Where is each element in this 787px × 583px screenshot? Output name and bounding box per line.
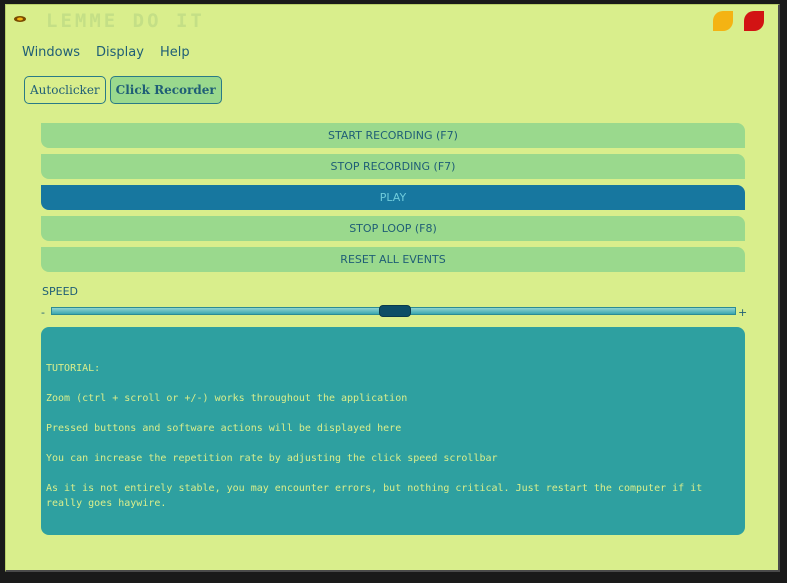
tutorial-line: Pressed buttons and software actions wil… (46, 423, 402, 434)
stop-recording-button[interactable]: STOP RECORDING (F7) (41, 154, 745, 179)
speed-max-label: + (738, 306, 748, 319)
close-button[interactable] (744, 11, 764, 31)
tutorial-panel: TUTORIAL: Zoom (ctrl + scroll or +/-) wo… (41, 327, 745, 535)
tutorial-line: Zoom (ctrl + scroll or +/-) works throug… (46, 393, 408, 404)
menu-help[interactable]: Help (160, 45, 190, 60)
speed-slider-track[interactable] (51, 305, 736, 317)
app-window: LEMME DO IT Windows Display Help Autocli… (5, 4, 780, 572)
tab-click-recorder[interactable]: Click Recorder (109, 76, 222, 104)
minimize-button[interactable] (713, 11, 733, 31)
app-title: LEMME DO IT (46, 10, 205, 32)
app-logo-icon (14, 16, 26, 22)
stop-loop-button[interactable]: STOP LOOP (F8) (41, 216, 745, 241)
tab-bar: Autoclicker Click Recorder (24, 76, 222, 104)
menu-display[interactable]: Display (96, 45, 144, 60)
speed-min-label: - (41, 306, 45, 319)
action-button-list: START RECORDING (F7) STOP RECORDING (F7)… (41, 123, 745, 278)
tutorial-line: You can increase the repetition rate by … (46, 453, 498, 464)
start-recording-button[interactable]: START RECORDING (F7) (41, 123, 745, 148)
menu-windows[interactable]: Windows (22, 45, 80, 60)
tutorial-line: As it is not entirely stable, you may en… (46, 483, 709, 509)
tab-autoclicker[interactable]: Autoclicker (24, 76, 106, 104)
play-button[interactable]: PLAY (41, 185, 745, 210)
menu-bar: Windows Display Help (22, 45, 190, 60)
speed-label: SPEED (42, 285, 78, 298)
tutorial-heading: TUTORIAL: (46, 363, 101, 374)
speed-slider-thumb[interactable] (378, 305, 411, 317)
reset-all-events-button[interactable]: RESET ALL EVENTS (41, 247, 745, 272)
